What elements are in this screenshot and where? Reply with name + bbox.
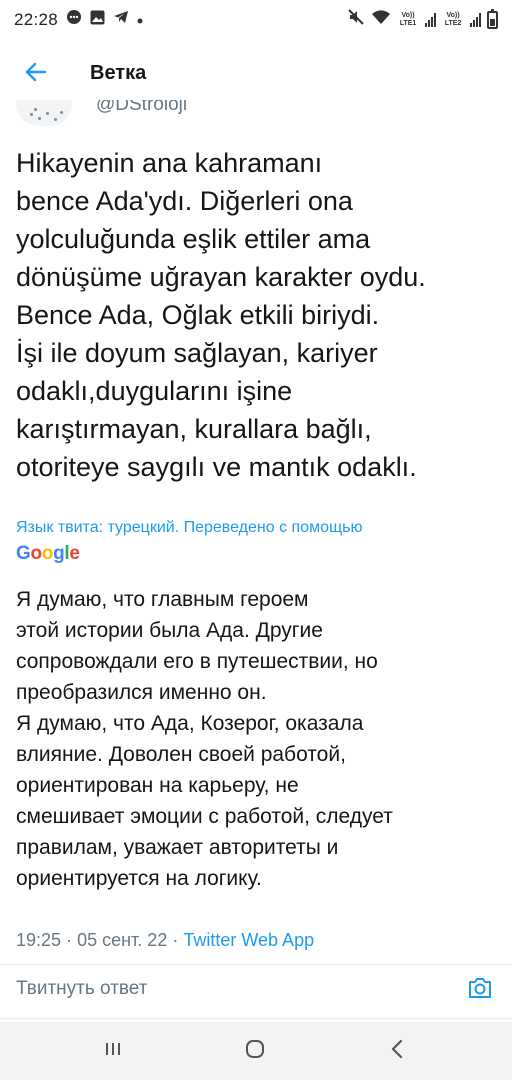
- reply-input[interactable]: Твитнуть ответ: [16, 978, 147, 1000]
- status-bar: 22:28 Vo)) LTE1 Vo)) LTE2: [0, 0, 512, 38]
- divider: [0, 1018, 512, 1019]
- back-button[interactable]: [18, 56, 54, 92]
- meta-separator: ·: [172, 930, 179, 950]
- status-time: 22:28: [14, 9, 59, 29]
- page-title: Ветка: [90, 62, 147, 84]
- author-handle[interactable]: @DStroloji: [96, 100, 187, 116]
- signal-2-icon: [470, 12, 481, 27]
- tweet-time: 19:25: [16, 930, 62, 950]
- gallery-icon: [90, 10, 105, 30]
- tweet-source-app[interactable]: Twitter Web App: [183, 930, 314, 950]
- divider: [0, 964, 512, 965]
- translation-note[interactable]: Язык твита: турецкий. Переведено с помощ…: [16, 519, 502, 537]
- recents-button[interactable]: [98, 1038, 128, 1064]
- mute-icon: [347, 8, 365, 31]
- nav-back-button[interactable]: [382, 1038, 412, 1064]
- wifi-icon: [371, 9, 391, 30]
- meta-separator: ·: [66, 930, 73, 950]
- arrow-left-icon: [25, 61, 47, 88]
- translated-text: Я думаю, что главным героем этой истории…: [16, 588, 393, 890]
- network-2-label: Vo)) LTE2: [444, 11, 462, 27]
- signal-1-icon: [425, 12, 436, 27]
- telegram-icon: [113, 10, 129, 29]
- system-nav-bar: [0, 1022, 512, 1080]
- camera-icon: [467, 976, 493, 1005]
- battery-icon: [487, 8, 498, 29]
- tweet-date: 05 сент. 22: [77, 930, 168, 950]
- google-logo: Google: [16, 543, 80, 564]
- reply-bar: Твитнуть ответ: [0, 968, 512, 1014]
- recents-icon: [103, 1040, 123, 1063]
- dot-icon: [137, 11, 143, 29]
- chevron-left-icon: [389, 1038, 405, 1065]
- home-button[interactable]: [240, 1038, 270, 1064]
- tweet-author-row: @DStroloji: [0, 100, 512, 130]
- network-1-label: Vo)) LTE1: [399, 11, 417, 27]
- home-icon: [244, 1038, 266, 1065]
- camera-button[interactable]: [464, 974, 496, 1006]
- avatar[interactable]: [16, 100, 72, 126]
- app-header: Ветка: [0, 38, 512, 108]
- chat-bubble-icon: [66, 9, 82, 30]
- tweet-meta: 19:25 · 05 сент. 22 · Twitter Web App: [16, 930, 314, 951]
- tweet-text: Hikayenin ana kahramanı bence Ada'ydı. D…: [16, 148, 426, 482]
